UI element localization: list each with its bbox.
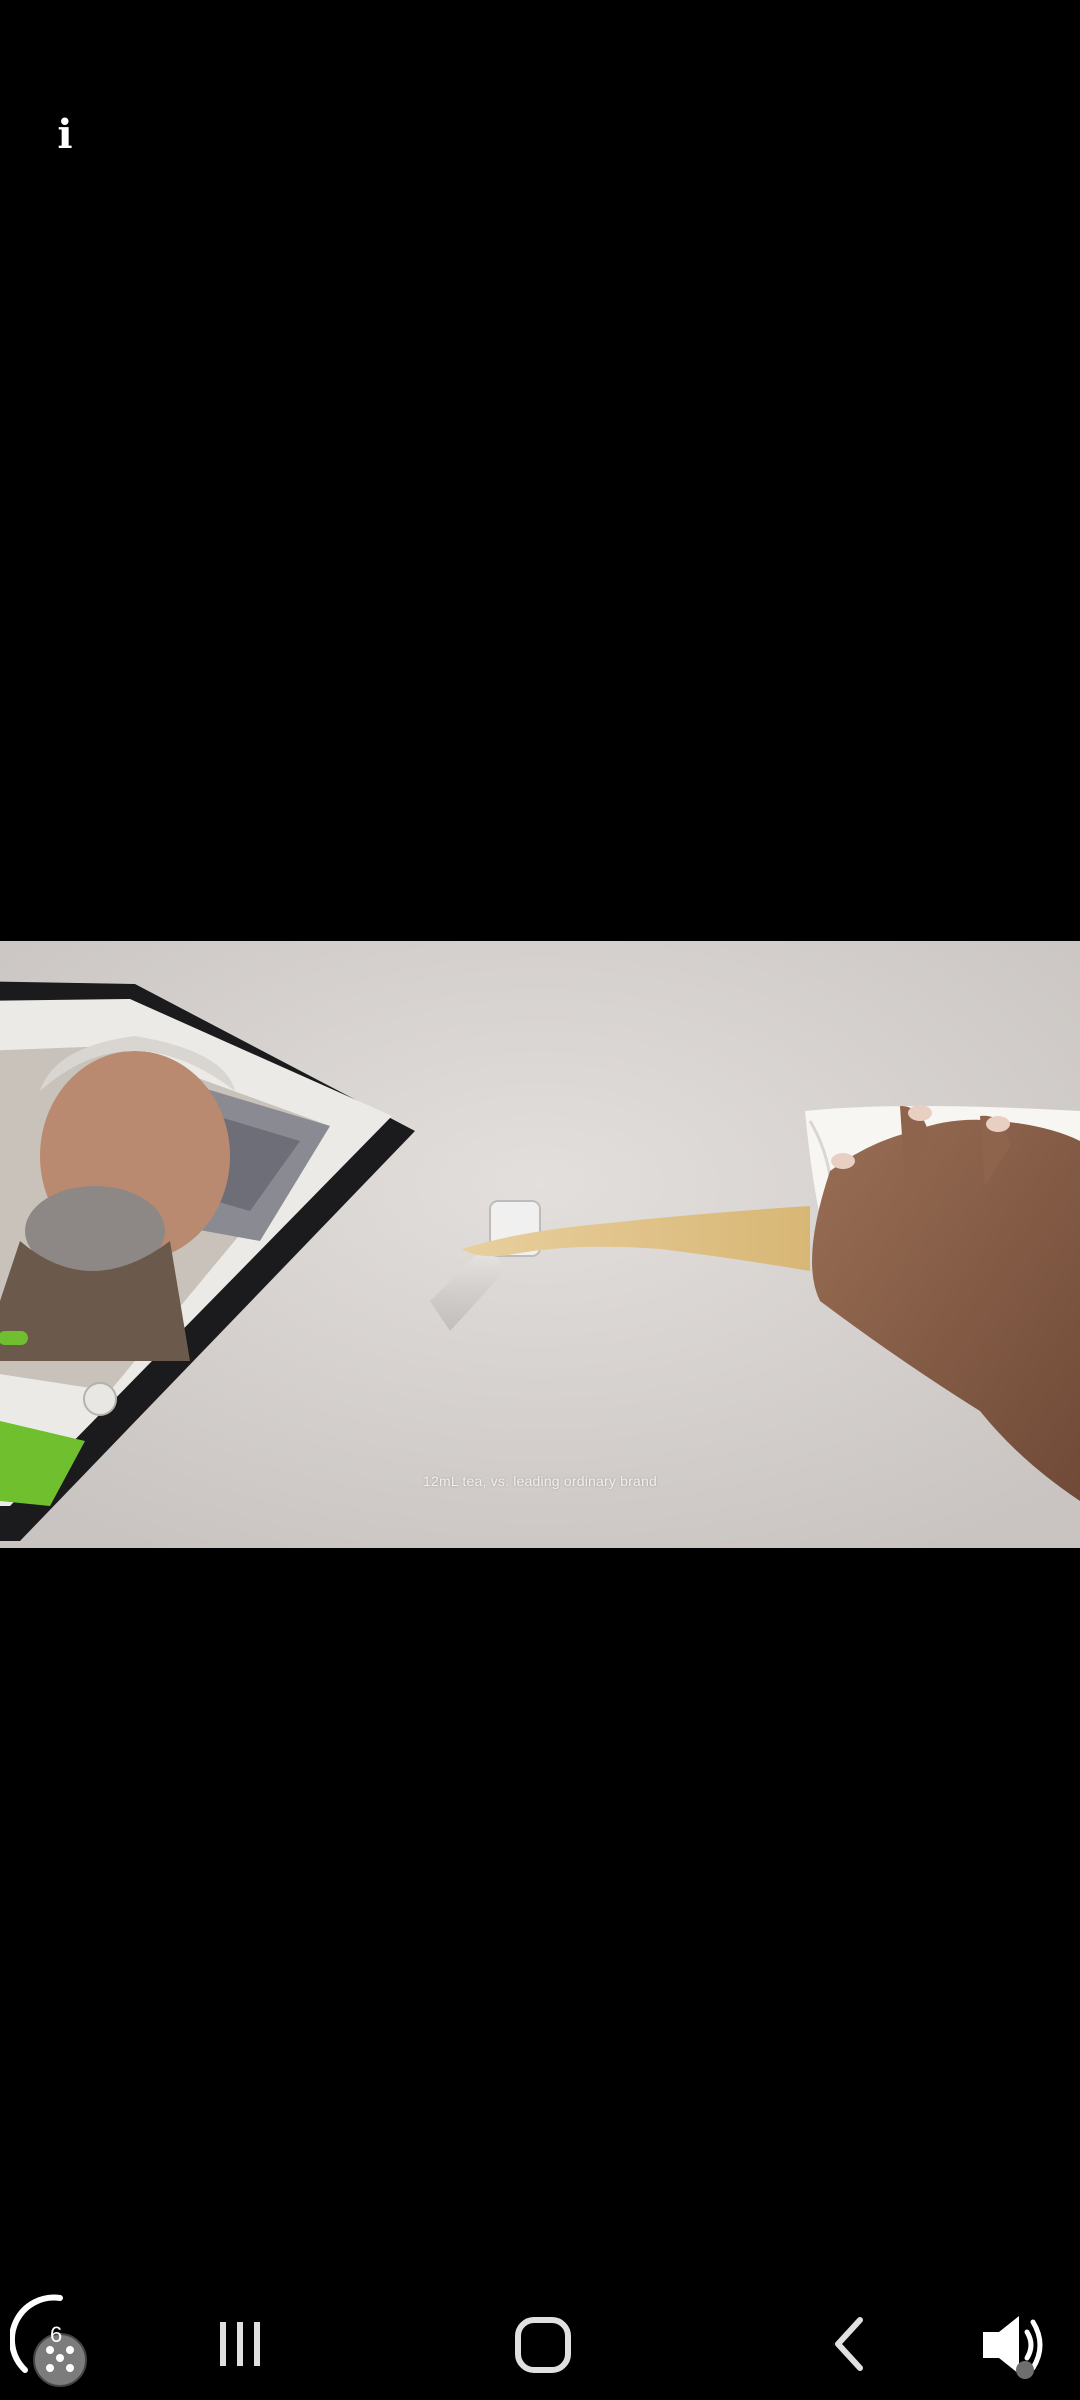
- recents-button[interactable]: [210, 2312, 270, 2372]
- home-button[interactable]: [510, 2312, 576, 2378]
- back-button[interactable]: [820, 2312, 880, 2372]
- game-tools-count: 6: [50, 2322, 63, 2347]
- navigation-bar: 6: [0, 2290, 1080, 2400]
- recents-icon: [220, 2322, 260, 2366]
- video-frame[interactable]: 12mL tea, vs. leading ordinary brand: [0, 941, 1080, 1548]
- volume-icon: [983, 2316, 1043, 2379]
- home-icon: [515, 2317, 571, 2373]
- video-player-screen: i 12mL tea, vs. leading ordinary brand 6: [0, 0, 1080, 2400]
- volume-button[interactable]: [975, 2308, 1055, 2383]
- back-icon: [835, 2317, 863, 2371]
- video-caption: 12mL tea, vs. leading ordinary brand: [423, 1473, 657, 1489]
- video-scene: [0, 941, 1080, 1548]
- info-button[interactable]: i: [40, 100, 90, 170]
- game-tools-button[interactable]: 6: [8, 2290, 110, 2395]
